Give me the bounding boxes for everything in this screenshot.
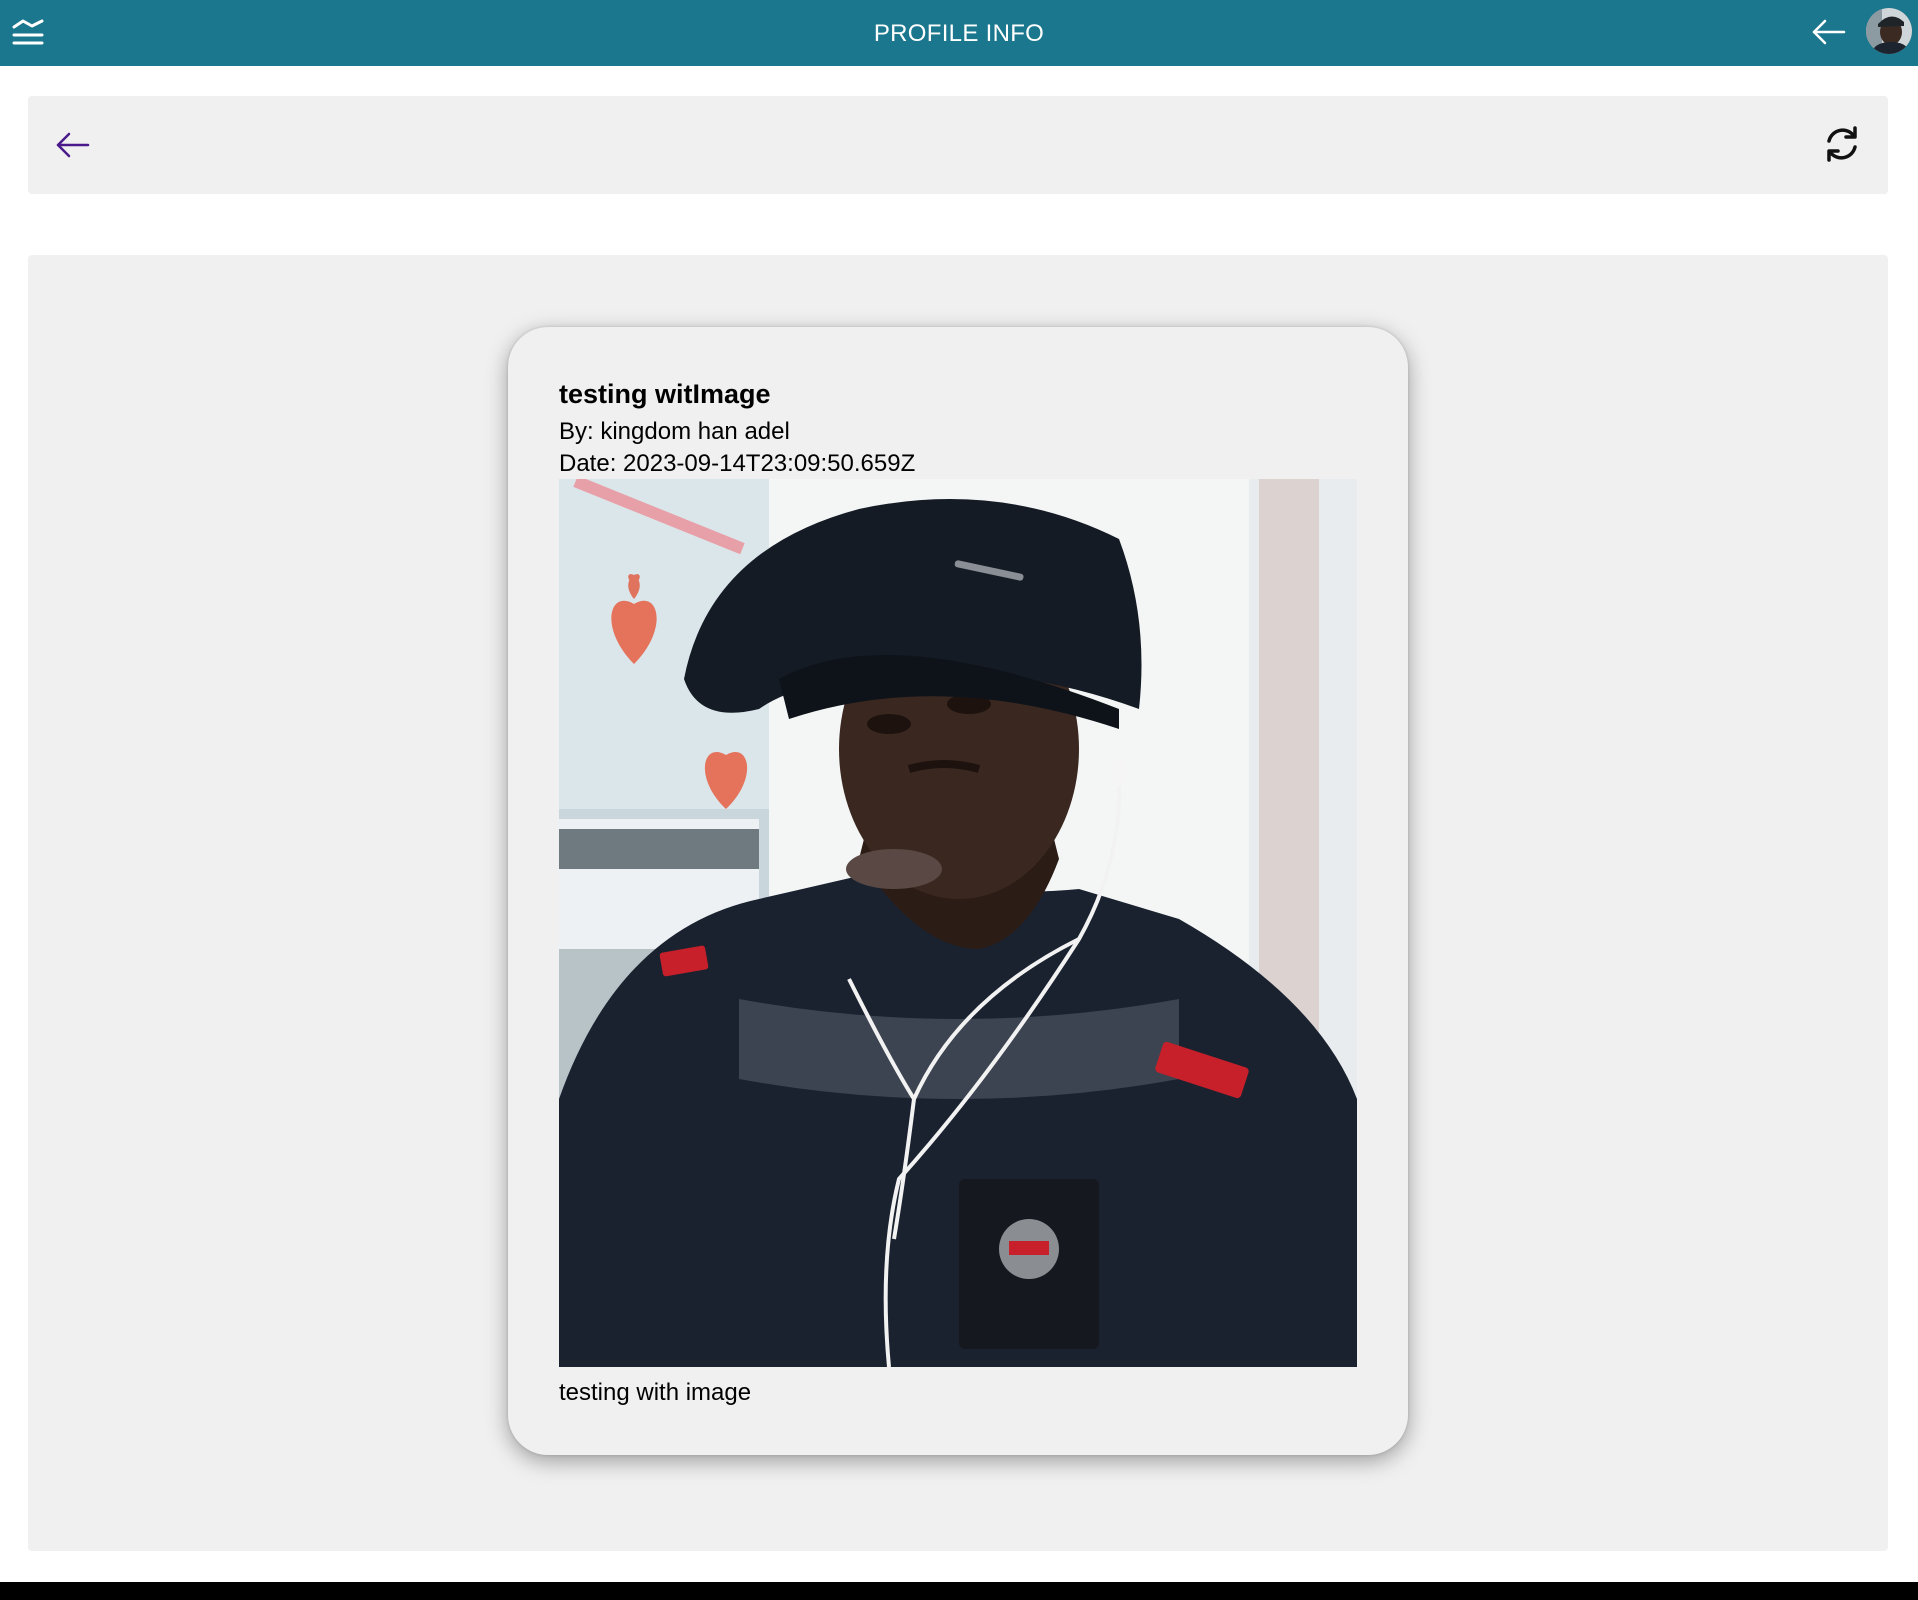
user-avatar[interactable] bbox=[1866, 8, 1912, 54]
post-title: testing witImage bbox=[559, 379, 771, 409]
post-card[interactable]: testing witImage By: kingdom han adel Da… bbox=[508, 327, 1408, 1455]
post-image bbox=[559, 479, 1357, 1367]
page-title: PROFILE INFO bbox=[873, 20, 1045, 47]
post-body: testing with image bbox=[559, 1379, 752, 1406]
post-date: Date: 2023-09-14T23:09:50.659Z bbox=[559, 450, 916, 477]
photo-selfie bbox=[559, 479, 1357, 1367]
bottom-bar bbox=[0, 1582, 1918, 1600]
avatar-image bbox=[1866, 8, 1912, 54]
back-button[interactable] bbox=[50, 122, 96, 168]
arrow-left-icon bbox=[1812, 19, 1846, 45]
app-header: PROFILE INFO bbox=[0, 0, 1918, 66]
arrow-left-icon bbox=[56, 132, 90, 158]
header-back-button[interactable] bbox=[1808, 12, 1850, 52]
refresh-icon bbox=[1827, 126, 1857, 162]
refresh-button[interactable] bbox=[1818, 120, 1866, 168]
post-author: By: kingdom han adel bbox=[559, 418, 790, 445]
page-toolbar bbox=[28, 96, 1888, 194]
